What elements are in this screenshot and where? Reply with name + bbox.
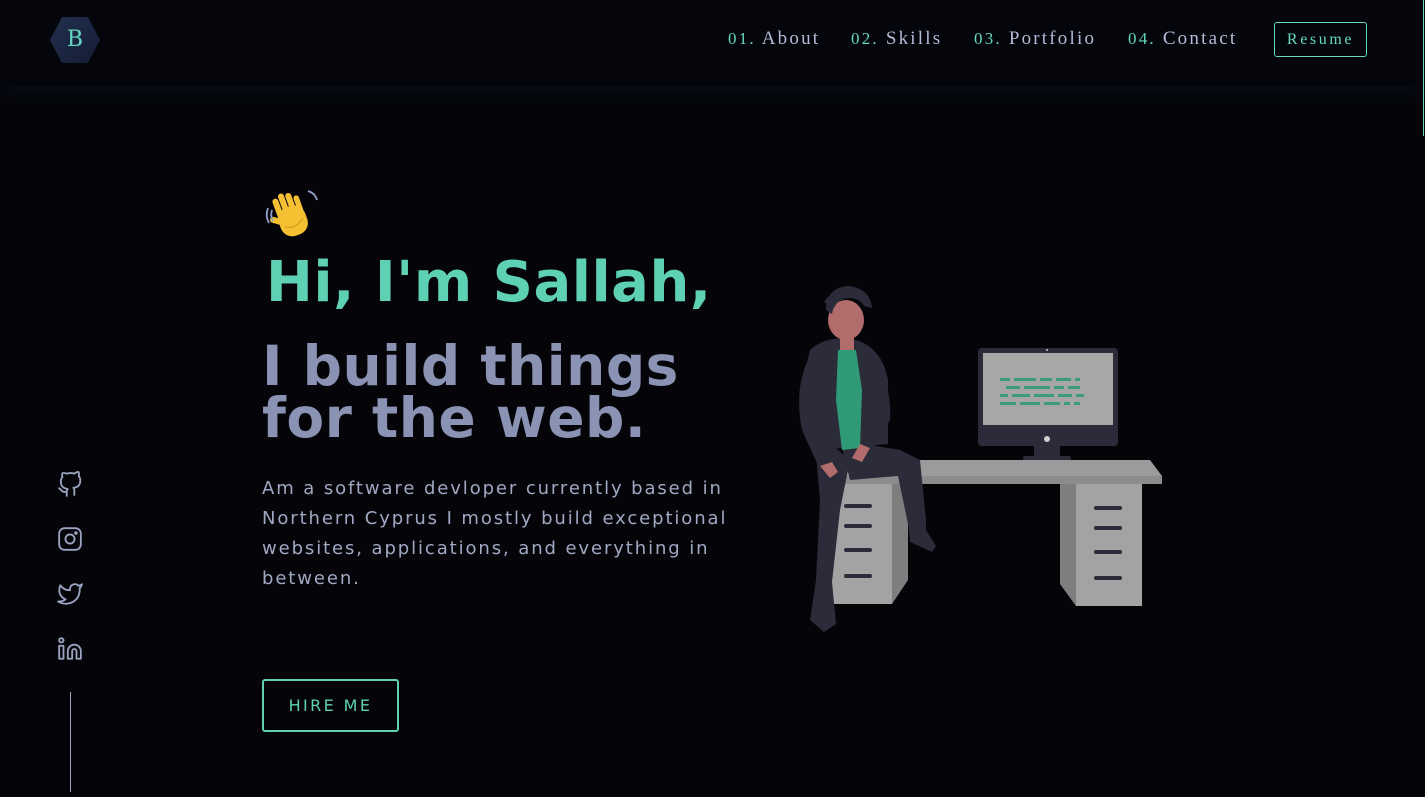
social-vertical-line	[70, 692, 71, 792]
social-twitter[interactable]	[57, 581, 83, 607]
github-icon	[58, 471, 82, 497]
resume-button[interactable]: Resume	[1274, 22, 1367, 57]
social-linkedin[interactable]	[57, 636, 83, 662]
nav-about[interactable]: 01. About	[728, 28, 820, 52]
nav-about-label: About	[761, 28, 821, 49]
hire-me-button[interactable]: HIRE ME	[262, 679, 399, 732]
nav-contact[interactable]: 04. Contact	[1128, 28, 1237, 52]
nav-about-number: 01.	[728, 29, 756, 48]
nav-portfolio-label: Portfolio	[1008, 28, 1097, 49]
instagram-icon	[58, 527, 82, 551]
social-github[interactable]	[57, 471, 83, 497]
hero-headline: I build things for the web.	[262, 334, 679, 450]
logo[interactable]: B	[50, 16, 100, 64]
nav-portfolio-number: 03.	[974, 29, 1002, 48]
twitter-icon	[57, 583, 83, 605]
nav-contact-number: 04.	[1128, 29, 1156, 48]
hero-bio: Am a software devloper currently based i…	[262, 478, 728, 589]
wave-hand-icon	[264, 188, 320, 244]
nav-contact-label: Contact	[1162, 28, 1238, 49]
site-header: B 01. About 02. Skills 03. Portfolio 04.…	[0, 0, 1425, 86]
nav-skills-number: 02.	[851, 29, 879, 48]
hero-greeting: Hi, I'm Sallah,	[266, 250, 712, 315]
nav-skills-label: Skills	[885, 28, 943, 49]
logo-letter: B	[66, 27, 84, 52]
nav-skills[interactable]: 02. Skills	[851, 28, 942, 52]
developer-at-desk-illustration	[780, 280, 1170, 640]
linkedin-icon	[58, 637, 82, 660]
nav-portfolio[interactable]: 03. Portfolio	[974, 28, 1096, 52]
edge-accent-line	[1423, 0, 1424, 136]
social-instagram[interactable]	[57, 526, 83, 552]
